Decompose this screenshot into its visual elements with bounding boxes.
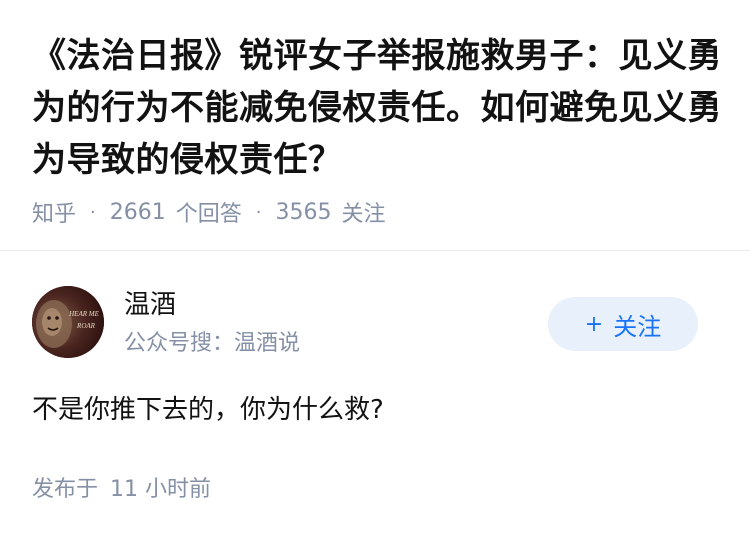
meta-separator: · [90, 201, 96, 223]
post-time-value: 11 小时前 [110, 477, 212, 502]
avatar[interactable]: HEAR ME ROAR [32, 286, 104, 358]
follower-count: 3565 [275, 199, 332, 225]
question-title[interactable]: 《法治日报》锐评女子举报施救男子：见义勇为的行为不能减免侵权责任。如何避免见义勇… [32, 30, 722, 186]
divider [0, 250, 750, 251]
answer-text[interactable]: 不是你推下去的，你为什么救? [32, 390, 384, 430]
follow-label: 关注 [613, 312, 662, 341]
answer-count-label: 个回答 [175, 202, 242, 227]
answer-count: 2661 [109, 199, 166, 225]
svg-text:ROAR: ROAR [76, 322, 96, 330]
svg-text:HEAR ME: HEAR ME [68, 310, 99, 318]
author-name[interactable]: 温酒 [124, 288, 176, 322]
plus-icon: + [584, 311, 604, 337]
follow-button[interactable]: + 关注 [548, 297, 698, 351]
author-bio: 公众号搜：温酒说 [124, 331, 301, 356]
meta-separator: · [255, 201, 262, 223]
follower-count-label: 关注 [341, 202, 386, 227]
post-time-label: 发布于 [32, 477, 99, 502]
question-meta: 知乎 · 2661 个回答 · 3565 关注 [32, 196, 386, 228]
post-time: 发布于 11 小时前 [32, 474, 211, 506]
lion-avatar-image: HEAR ME ROAR [32, 286, 104, 358]
source-label[interactable]: 知乎 [32, 196, 76, 228]
